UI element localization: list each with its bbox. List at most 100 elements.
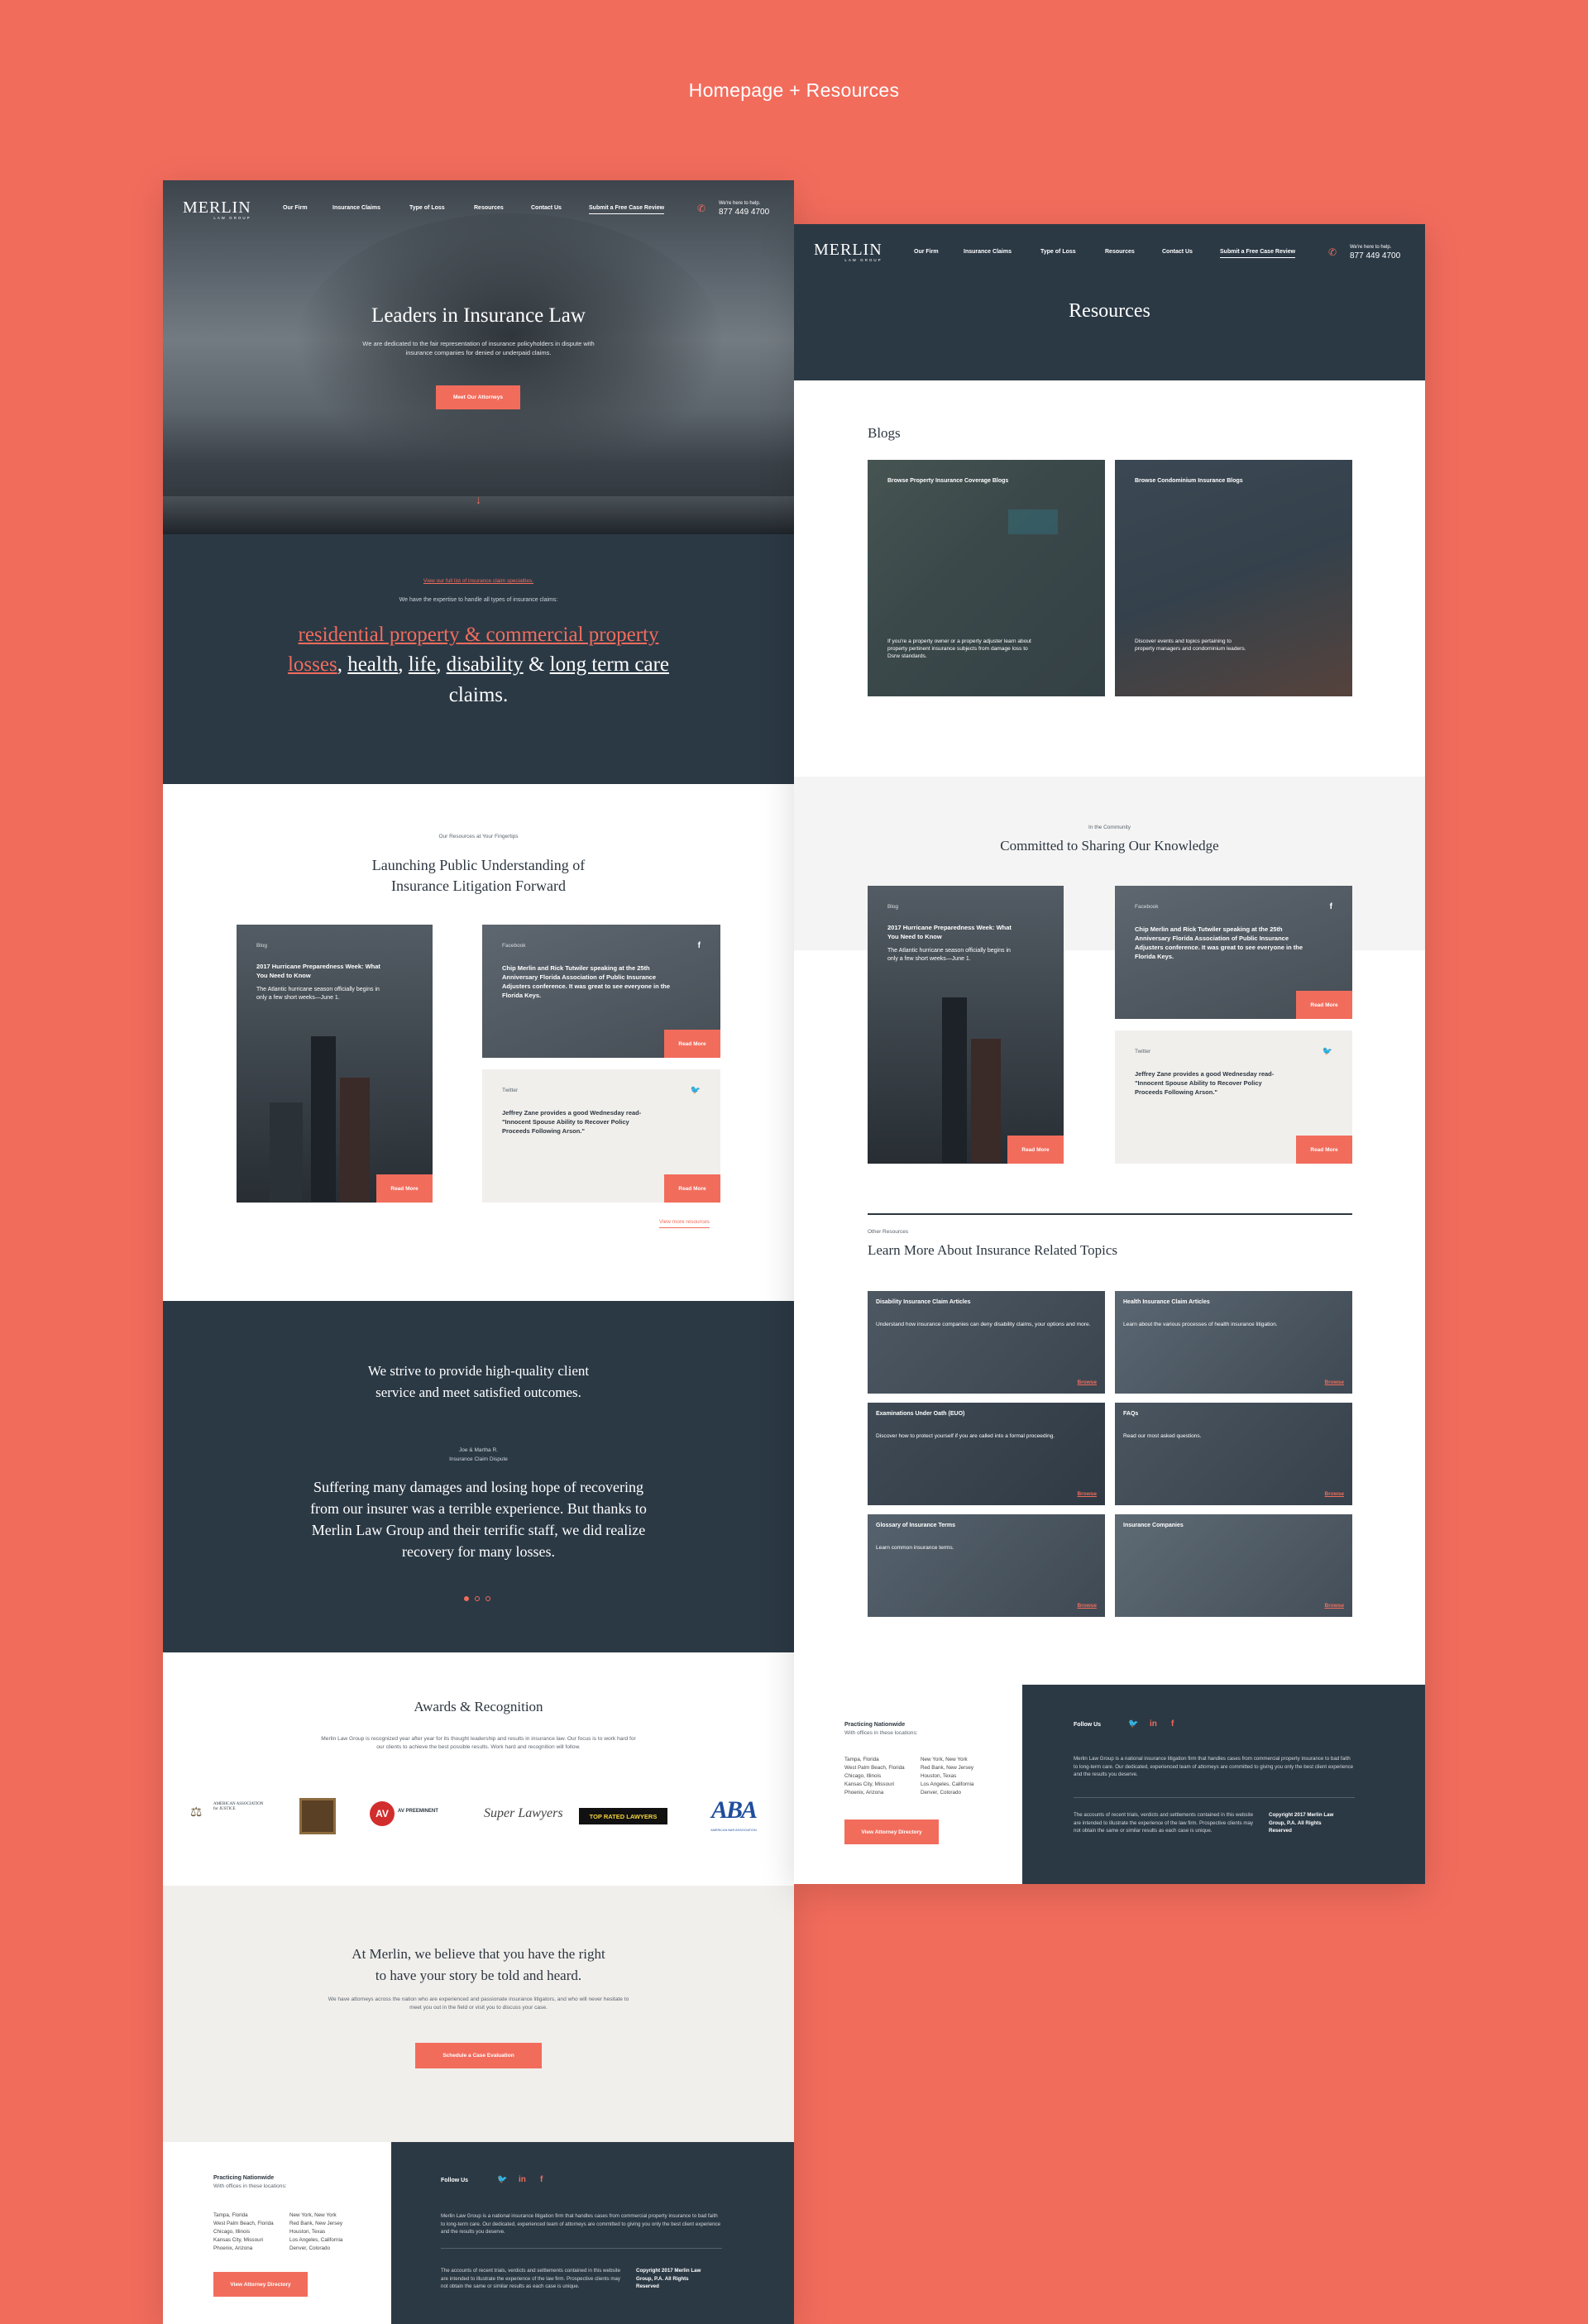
topic-card-faqs[interactable]: FAQs Read our most asked questions. Brow…	[1115, 1403, 1352, 1505]
aba-logo: ABA AMERICAN BAR ASSOCIATION	[699, 1796, 768, 1836]
browse-link[interactable]: Browse	[1078, 1491, 1097, 1497]
topic-card-disability[interactable]: Disability Insurance Claim Articles Unde…	[868, 1291, 1105, 1394]
logo[interactable]: MERLIN LAW GROUP	[183, 198, 251, 220]
practicing-nationwide: Practicing Nationwide	[844, 1722, 906, 1728]
claim-specialties-link[interactable]: View our full list of insurance claim sp…	[423, 578, 533, 584]
location: Chicago, Illinois	[213, 2229, 251, 2236]
nav-free-case-review[interactable]: Submit a Free Case Review	[1220, 249, 1296, 258]
browse-link[interactable]: Browse	[1325, 1603, 1344, 1609]
topic-card-glossary[interactable]: Glossary of Insurance Terms Learn common…	[868, 1514, 1105, 1617]
long-term-care-link[interactable]: long term care	[550, 653, 669, 676]
expertise-sep: ,	[398, 653, 404, 677]
blog-card[interactable]: Blog 2017 Hurricane Preparedness Week: W…	[237, 925, 433, 1203]
quote-line: recovery for many losses.	[402, 1543, 555, 1561]
phone-number: 877 449 4700	[719, 208, 770, 218]
twitter-icon[interactable]: 🐦	[497, 2175, 507, 2184]
twitter-read-more-button[interactable]: Read More	[664, 1174, 720, 1203]
nav-free-case-review[interactable]: Submit a Free Case Review	[589, 205, 665, 214]
testimonial-author: Joe & Martha R. Insurance Claim Dispute	[163, 1446, 794, 1464]
nav-our-firm[interactable]: Our Firm	[914, 249, 939, 255]
blog-read-more-button[interactable]: Read More	[1007, 1136, 1064, 1164]
expertise-sep: ,	[337, 653, 342, 677]
meet-attorneys-button[interactable]: Meet Our Attorneys	[436, 385, 520, 409]
browse-link[interactable]: Browse	[1325, 1491, 1344, 1497]
locations-col-2: New York, New York Red Bank, New Jersey Ho…	[289, 2212, 342, 2253]
location: Kansas City, Missouri	[844, 1781, 895, 1788]
facebook-label: Facebook	[1135, 904, 1159, 910]
twitter-read-more-button[interactable]: Read More	[1296, 1136, 1352, 1164]
disability-link[interactable]: disability	[447, 653, 524, 676]
facebook-icon[interactable]: f	[1171, 1719, 1174, 1729]
facebook-read-more-button[interactable]: Read More	[664, 1030, 720, 1058]
carousel-dot[interactable]	[475, 1596, 480, 1601]
phone-block[interactable]: We're here to help. 877 449 4700	[1350, 244, 1400, 262]
facebook-label: Facebook	[502, 943, 526, 949]
expertise-cta-row: View our full list of insurance claim sp…	[163, 578, 794, 584]
scroll-down-arrow-icon[interactable]: ↓	[476, 493, 481, 506]
location: Houston, Texas	[289, 2229, 326, 2236]
browse-link[interactable]: Browse	[1078, 1603, 1097, 1609]
nav-type-of-loss[interactable]: Type of Loss	[409, 205, 445, 211]
story-desc: We have attorneys across the nation who …	[328, 1996, 629, 2011]
scales-icon: ⚖	[190, 1805, 203, 1820]
blog-card-text: 2017 Hurricane Preparedness Week: What Y…	[887, 924, 1012, 964]
topic-card-health[interactable]: Health Insurance Claim Articles Learn ab…	[1115, 1291, 1352, 1394]
other-resources-eyebrow: Other Resources	[868, 1229, 909, 1235]
resources-page-title: Resources	[1069, 300, 1150, 322]
topic-card-companies[interactable]: Insurance Companies Browse	[1115, 1514, 1352, 1617]
facebook-card[interactable]: Facebook f Chip Merlin and Rick Tutwiler…	[482, 925, 720, 1058]
nav-insurance-claims[interactable]: Insurance Claims	[964, 249, 1012, 255]
building-image	[270, 1102, 303, 1202]
twitter-icon[interactable]: 🐦	[1323, 1047, 1332, 1056]
linkedin-icon[interactable]: in	[519, 2175, 526, 2184]
attorney-directory-button[interactable]: View Attorney Directory	[213, 2272, 308, 2297]
hero-section: MERLIN LAW GROUP Our Firm Insurance Claim…	[163, 180, 794, 534]
nav-resources[interactable]: Resources	[1105, 249, 1135, 255]
location: Kansas City, Missouri	[213, 2237, 264, 2244]
location: Chicago, Illinois	[844, 1773, 882, 1780]
nav-contact-us[interactable]: Contact Us	[531, 205, 562, 211]
twitter-icon[interactable]: 🐦	[1128, 1719, 1138, 1729]
facebook-card-text: Chip Merlin and Rick Tutwiler speaking a…	[502, 964, 676, 1006]
health-link[interactable]: health	[347, 653, 398, 676]
carousel-dot-active[interactable]	[464, 1596, 469, 1601]
nav-resources[interactable]: Resources	[474, 205, 504, 211]
twitter-icon[interactable]: 🐦	[691, 1086, 701, 1095]
community-blog-card[interactable]: Blog 2017 Hurricane Preparedness Week: W…	[868, 886, 1064, 1164]
community-twitter-card[interactable]: Twitter 🐦 Jeffrey Zane provides a good W…	[1115, 1030, 1352, 1164]
view-more-resources-link[interactable]: View more resources	[659, 1219, 710, 1228]
topic-title: Disability Insurance Claim Articles	[876, 1299, 971, 1305]
building-image	[340, 1078, 370, 1202]
topic-title: FAQs	[1123, 1411, 1139, 1417]
blog-read-more-button[interactable]: Read More	[376, 1174, 433, 1203]
facebook-read-more-button[interactable]: Read More	[1296, 991, 1352, 1019]
facebook-icon[interactable]: f	[540, 2175, 543, 2184]
nav-insurance-claims[interactable]: Insurance Claims	[332, 205, 380, 211]
resources-header: MERLIN LAW GROUP Our Firm Insurance Claim…	[794, 224, 1425, 380]
browse-link[interactable]: Browse	[1078, 1380, 1097, 1385]
life-link[interactable]: life	[409, 653, 436, 676]
carousel-dot[interactable]	[485, 1596, 490, 1601]
facebook-icon[interactable]: f	[698, 941, 701, 950]
facebook-icon[interactable]: f	[1330, 902, 1332, 911]
condo-blogs-card[interactable]: Browse Condominium Insurance Blogs Disco…	[1115, 460, 1352, 696]
skyscraper-image	[942, 997, 967, 1163]
property-blogs-card[interactable]: Browse Property Insurance Coverage Blogs…	[868, 460, 1105, 696]
facebook-card-title: Chip Merlin and Rick Tutwiler speaking a…	[502, 964, 670, 999]
community-eyebrow: In the Community	[1088, 825, 1131, 830]
card-desc: If you're a property owner or a property…	[887, 638, 1031, 660]
nav-contact-us[interactable]: Contact Us	[1162, 249, 1193, 255]
phone-block[interactable]: We're here to help. 877 449 4700	[719, 200, 769, 218]
nav-type-of-loss[interactable]: Type of Loss	[1040, 249, 1076, 255]
topic-card-euo[interactable]: Examinations Under Oath (EUO) Discover h…	[868, 1403, 1105, 1505]
twitter-card[interactable]: Twitter 🐦 Jeffrey Zane provides a good W…	[482, 1069, 720, 1203]
schedule-evaluation-button[interactable]: Schedule a Case Evaluation	[415, 2043, 542, 2068]
browse-link[interactable]: Browse	[1325, 1380, 1344, 1385]
nav-our-firm[interactable]: Our Firm	[283, 205, 308, 211]
linkedin-icon[interactable]: in	[1150, 1719, 1157, 1729]
footer-copyright: Copyright 2017 Merlin Law Group, P.A. Al…	[1269, 1812, 1334, 1834]
community-facebook-card[interactable]: Facebook f Chip Merlin and Rick Tutwiler…	[1115, 886, 1352, 1019]
attorney-directory-button[interactable]: View Attorney Directory	[844, 1820, 939, 1844]
logo[interactable]: MERLIN LAW GROUP	[814, 241, 882, 262]
topic-desc: Read our most asked questions.	[1123, 1433, 1202, 1439]
